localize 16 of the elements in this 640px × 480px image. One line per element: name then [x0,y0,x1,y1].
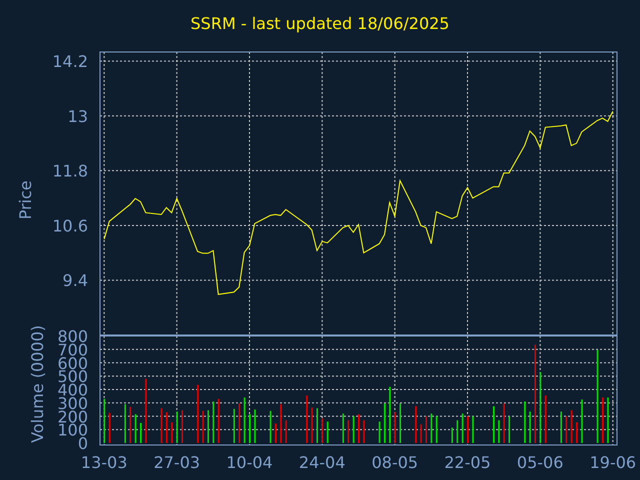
axis-tick-label: 22-05 [444,453,491,472]
axis-title: Volume (0000) [28,325,47,443]
axis-tick-label: 27-03 [154,453,200,472]
axis-tick-label: 10-04 [226,453,273,472]
axis-tick-label: 14.2 [52,52,88,72]
axis-tick-label: 05-06 [516,453,564,472]
axis-tick-label: 13 [68,106,88,126]
axis-tick-label: 9.4 [62,271,88,290]
axis-tick-label: 24-04 [298,453,346,472]
axis-tick-label: 13-03 [80,453,128,472]
chart-title: SSRM - last updated 18/06/2025 [190,13,450,35]
axis-tick-label: 19-06 [590,453,636,472]
axis-tick-label: 08-05 [372,453,418,472]
axis-tick-label: 10.6 [52,216,88,236]
axis-title: Price [16,180,35,220]
axis-tick-label: 11.8 [52,162,88,181]
